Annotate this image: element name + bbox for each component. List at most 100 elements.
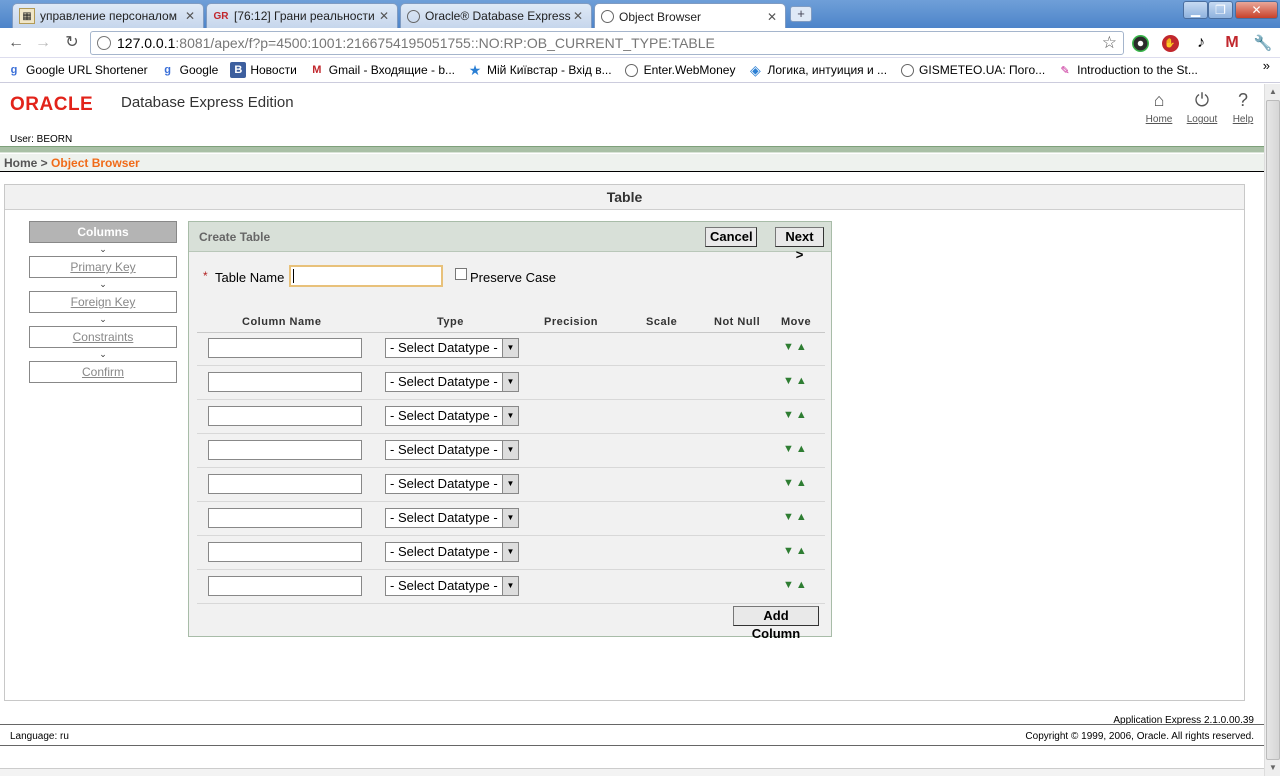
more-bookmarks-chevron-icon[interactable]: » xyxy=(1263,58,1270,73)
close-tab-icon[interactable]: ✕ xyxy=(183,9,197,23)
breadcrumb-current: Object Browser xyxy=(51,156,140,170)
close-tab-icon[interactable]: ✕ xyxy=(571,9,585,23)
scroll-down-arrow-icon[interactable]: ▼ xyxy=(1265,760,1280,776)
gmail-icon[interactable]: M xyxy=(1222,33,1242,53)
move-controls: ▼▲ xyxy=(783,511,809,523)
move-up-arrow-icon[interactable]: ▲ xyxy=(796,477,809,489)
move-down-arrow-icon[interactable]: ▼ xyxy=(783,545,796,557)
bookmark-item[interactable]: GISMETEO.UA: Пого... xyxy=(899,62,1045,78)
preserve-case-checkbox[interactable] xyxy=(455,268,467,280)
column-name-input[interactable] xyxy=(208,372,362,392)
move-up-arrow-icon[interactable]: ▲ xyxy=(796,409,809,421)
globe-icon xyxy=(97,36,111,50)
b-icon: B xyxy=(230,62,247,78)
datatype-select[interactable]: - Select Datatype - ▼ xyxy=(385,406,519,426)
breadcrumb-home-link[interactable]: Home xyxy=(4,156,37,170)
home-link[interactable]: ⌂ Home xyxy=(1139,90,1179,125)
address-bar[interactable]: 127.0.0.1:8081/apex/f?p=4500:1001:216675… xyxy=(90,31,1124,55)
adblock-stop-icon[interactable]: ✋ xyxy=(1160,33,1180,53)
new-tab-button[interactable]: + xyxy=(790,6,812,22)
close-tab-icon[interactable]: ✕ xyxy=(377,9,391,23)
move-down-arrow-icon[interactable]: ▼ xyxy=(783,409,796,421)
bookmark-item[interactable]: Enter.WebMoney xyxy=(624,62,735,78)
move-down-arrow-icon[interactable]: ▼ xyxy=(783,375,796,387)
wizard-step-primary-key[interactable]: Primary Key xyxy=(29,256,177,278)
move-down-arrow-icon[interactable]: ▼ xyxy=(783,443,796,455)
column-name-input[interactable] xyxy=(208,406,362,426)
help-link[interactable]: ? Help xyxy=(1223,90,1263,125)
chevron-down-icon: ⌄ xyxy=(99,244,107,254)
create-table-form: Create Table Cancel Next > * Table Name … xyxy=(188,221,832,641)
back-arrow-icon[interactable]: ← xyxy=(6,33,26,53)
scrollbar-thumb[interactable] xyxy=(1266,100,1280,760)
move-up-arrow-icon[interactable]: ▲ xyxy=(796,545,809,557)
move-up-arrow-icon[interactable]: ▲ xyxy=(796,511,809,523)
browser-tab-1[interactable]: ▦ управление персоналом ✕ xyxy=(12,3,204,28)
home-link-label: Home xyxy=(1145,114,1173,125)
bookmark-item[interactable]: g Google URL Shortener xyxy=(6,62,148,78)
browser-tab-4-active[interactable]: Object Browser ✕ xyxy=(594,3,786,29)
datatype-select[interactable]: - Select Datatype - ▼ xyxy=(385,542,519,562)
datatype-select[interactable]: - Select Datatype - ▼ xyxy=(385,508,519,528)
reload-icon[interactable]: ↻ xyxy=(62,33,82,53)
maximize-window-button[interactable]: ❐ xyxy=(1208,1,1233,19)
gr-favicon-icon: GR xyxy=(213,10,229,22)
extension-circle-icon[interactable] xyxy=(1130,33,1150,53)
move-up-arrow-icon[interactable]: ▲ xyxy=(796,341,809,353)
table-name-input[interactable] xyxy=(289,265,443,287)
datatype-select[interactable]: - Select Datatype - ▼ xyxy=(385,372,519,392)
bookmark-item[interactable]: ★ Мій Київстар - Вхід в... xyxy=(467,62,612,78)
move-down-arrow-icon[interactable]: ▼ xyxy=(783,511,796,523)
next-button[interactable]: Next > xyxy=(775,227,824,262)
wizard-steps: Columns ⌄ Primary Key ⌄ Foreign Key ⌄ Co… xyxy=(29,221,177,383)
bookmark-item[interactable]: M Gmail - Входящие - b... xyxy=(309,62,455,78)
wrench-icon[interactable]: 🔧 xyxy=(1253,33,1273,53)
column-name-input[interactable] xyxy=(208,542,362,562)
column-header-not-null: Not Null xyxy=(714,316,761,328)
column-name-input[interactable] xyxy=(208,338,362,358)
datatype-select[interactable]: - Select Datatype - ▼ xyxy=(385,338,519,358)
datatype-select-value: - Select Datatype - xyxy=(390,544,498,559)
datatype-select[interactable]: - Select Datatype - ▼ xyxy=(385,440,519,460)
column-name-input[interactable] xyxy=(208,440,362,460)
scroll-up-arrow-icon[interactable]: ▲ xyxy=(1265,84,1280,100)
column-name-input[interactable] xyxy=(208,474,362,494)
logout-link-label: Logout xyxy=(1186,114,1218,125)
wizard-step-foreign-key[interactable]: Foreign Key xyxy=(29,291,177,313)
cancel-button[interactable]: Cancel xyxy=(705,227,757,247)
close-window-button[interactable]: ✕ xyxy=(1235,1,1278,19)
vertical-scrollbar[interactable]: ▲ ▼ xyxy=(1264,84,1280,776)
move-down-arrow-icon[interactable]: ▼ xyxy=(783,341,796,353)
move-up-arrow-icon[interactable]: ▲ xyxy=(796,375,809,387)
wizard-step-confirm[interactable]: Confirm xyxy=(29,361,177,383)
music-note-icon[interactable]: ♪ xyxy=(1191,33,1211,53)
minimize-window-button[interactable]: ▁ xyxy=(1183,1,1208,19)
bookmark-star-icon[interactable]: ☆ xyxy=(1102,33,1117,53)
bookmark-item[interactable]: ◈ Логика, интуиция и ... xyxy=(747,62,887,78)
browser-tab-title: Oracle® Database Express Ed xyxy=(425,9,571,23)
browser-tab-2[interactable]: GR [76:12] Грани реальности [b ✕ xyxy=(206,3,398,28)
move-down-arrow-icon[interactable]: ▼ xyxy=(783,579,796,591)
move-up-arrow-icon[interactable]: ▲ xyxy=(796,443,809,455)
column-row: - Select Datatype - ▼ ▼▲ xyxy=(197,400,825,434)
globe-icon xyxy=(407,9,420,23)
column-name-input[interactable] xyxy=(208,576,362,596)
bookmark-item[interactable]: ✎ Introduction to the St... xyxy=(1057,62,1198,78)
move-up-arrow-icon[interactable]: ▲ xyxy=(796,579,809,591)
datatype-select[interactable]: - Select Datatype - ▼ xyxy=(385,474,519,494)
column-name-input[interactable] xyxy=(208,508,362,528)
bookmark-item[interactable]: g Google xyxy=(160,62,218,78)
wizard-step-constraints[interactable]: Constraints xyxy=(29,326,177,348)
column-header-precision: Precision xyxy=(544,316,599,328)
datatype-select[interactable]: - Select Datatype - ▼ xyxy=(385,576,519,596)
add-column-button[interactable]: Add Column xyxy=(733,606,819,641)
move-down-arrow-icon[interactable]: ▼ xyxy=(783,477,796,489)
region-title: Table xyxy=(5,185,1244,210)
browser-tab-3[interactable]: Oracle® Database Express Ed ✕ xyxy=(400,3,592,28)
column-header-type: Type xyxy=(437,316,464,328)
logout-link[interactable]: ⏻ Logout xyxy=(1182,90,1222,125)
column-row: - Select Datatype - ▼ ▼▲ xyxy=(197,434,825,468)
close-tab-icon[interactable]: ✕ xyxy=(765,10,779,24)
forward-arrow-icon[interactable]: → xyxy=(33,33,53,53)
bookmark-item[interactable]: B Новости xyxy=(230,62,297,78)
